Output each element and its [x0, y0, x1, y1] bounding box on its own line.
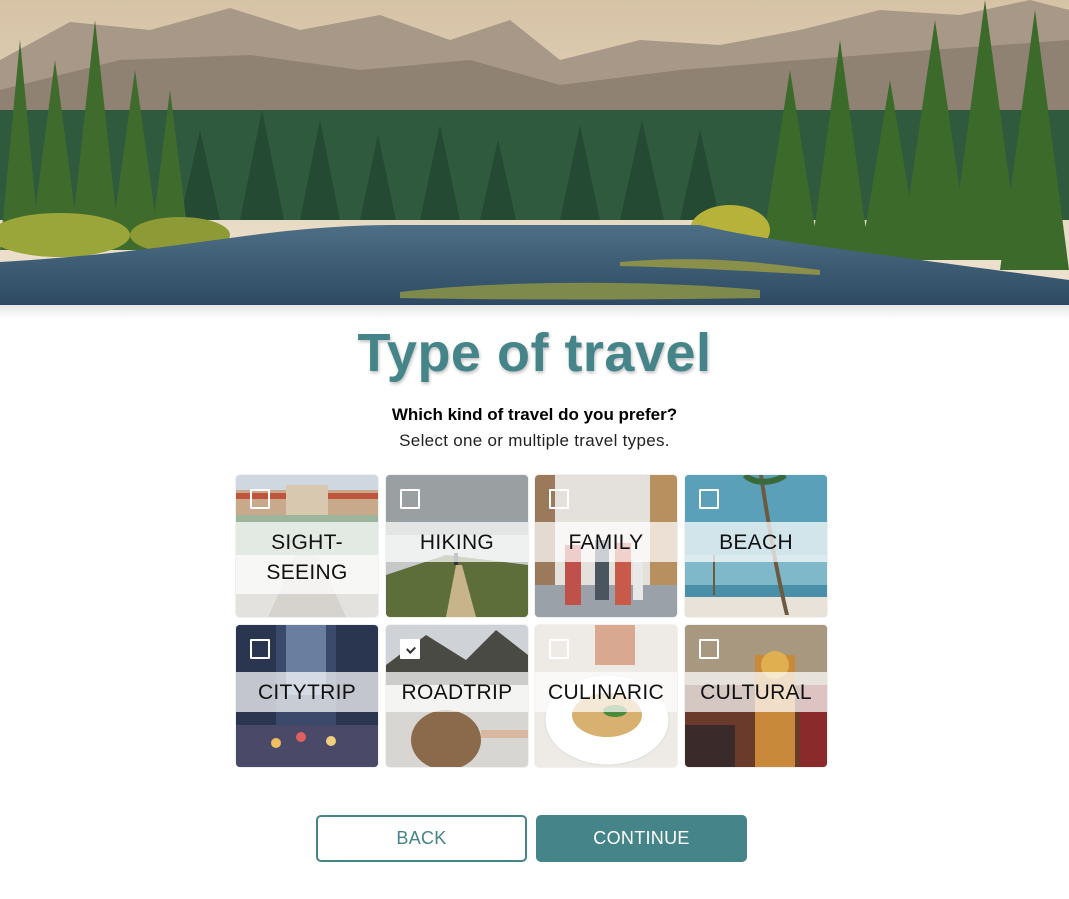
- travel-option-citytrip[interactable]: CITYTRIP: [236, 625, 378, 767]
- checkbox[interactable]: [400, 489, 420, 509]
- travel-option-cultural[interactable]: CULTURAL: [685, 625, 827, 767]
- hero-divider: [0, 305, 1069, 319]
- checkbox[interactable]: [699, 489, 719, 509]
- option-label: SIGHT- SEEING: [266, 531, 348, 584]
- travel-option-hiking[interactable]: HIKING: [386, 475, 528, 617]
- checkbox[interactable]: [250, 489, 270, 509]
- checkbox-checked[interactable]: [400, 639, 420, 659]
- travel-option-sightseeing[interactable]: SIGHT- SEEING: [236, 475, 378, 617]
- travel-option-culinaric[interactable]: CULINARIC: [535, 625, 677, 767]
- option-label: BEACH: [719, 531, 793, 554]
- travel-type-grid: SIGHT- SEEING HIKING FAMILY BEACH CITYTR…: [236, 475, 828, 769]
- checkbox[interactable]: [549, 489, 569, 509]
- hint-text: Select one or multiple travel types.: [399, 431, 670, 450]
- travel-option-family[interactable]: FAMILY: [535, 475, 677, 617]
- option-label: CITYTRIP: [257, 681, 357, 704]
- option-label: CULTURAL: [700, 681, 812, 704]
- option-label: FAMILY: [568, 531, 644, 554]
- option-label: ROADTRIP: [401, 681, 513, 704]
- continue-button[interactable]: CONTINUE: [536, 815, 747, 862]
- hero-image: [0, 0, 1069, 305]
- page-title: Type of travel: [357, 323, 712, 383]
- checkbox[interactable]: [250, 639, 270, 659]
- option-label: HIKING: [419, 531, 495, 554]
- checkbox[interactable]: [699, 639, 719, 659]
- travel-option-beach[interactable]: BEACH: [685, 475, 827, 617]
- option-label: CULINARIC: [548, 681, 664, 704]
- checkbox[interactable]: [549, 639, 569, 659]
- back-button[interactable]: BACK: [316, 815, 527, 862]
- question-text: Which kind of travel do you prefer?: [391, 405, 678, 424]
- travel-option-roadtrip[interactable]: ROADTRIP: [386, 625, 528, 767]
